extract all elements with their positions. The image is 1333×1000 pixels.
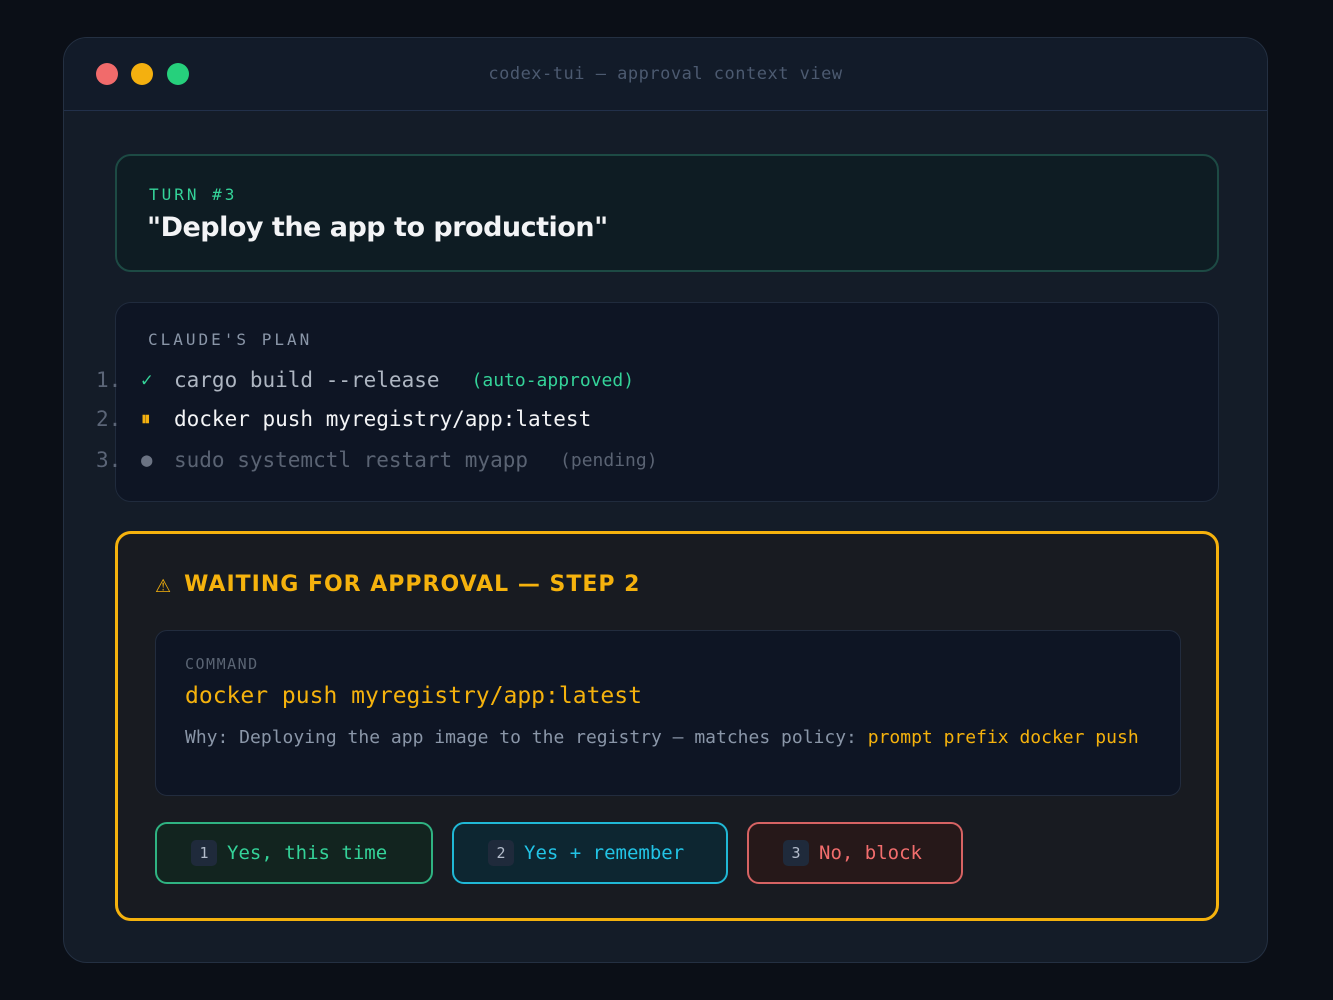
- command-text: docker push myregistry/app:latest: [185, 683, 642, 709]
- pause-icon: ⏸: [141, 408, 151, 430]
- title-bar: codex-tui — approval context view: [64, 38, 1267, 111]
- command-label: COMMAND: [185, 655, 259, 673]
- plan-step: 2. ⏸ docker push myregistry/app:latest: [96, 405, 591, 433]
- button-label: Yes, this time: [227, 842, 388, 864]
- approve-once-button[interactable]: 1 Yes, this time: [155, 822, 433, 884]
- plan-step: 1. ✓ cargo build --release (auto-approve…: [96, 366, 634, 394]
- step-number: 1.: [96, 368, 122, 392]
- button-label: Yes + remember: [524, 842, 685, 864]
- shortcut-key: 3: [783, 840, 809, 866]
- approval-heading-text: WAITING FOR APPROVAL — STEP 2: [184, 572, 641, 597]
- window-title: codex-tui — approval context view: [488, 64, 843, 84]
- plan-step: 3. ● sudo systemctl restart myapp (pendi…: [96, 446, 658, 474]
- turn-card: TURN #3 "Deploy the app to production": [115, 154, 1219, 272]
- reason-text: Why: Deploying the app image to the regi…: [185, 727, 868, 748]
- terminal-window: codex-tui — approval context view TURN #…: [63, 37, 1268, 963]
- step-status-note: (auto-approved): [471, 369, 635, 391]
- shortcut-key: 1: [191, 840, 217, 866]
- button-label: No, block: [819, 842, 922, 864]
- step-command: cargo build --release: [174, 368, 440, 392]
- step-command: docker push myregistry/app:latest: [174, 407, 592, 431]
- policy-match: prompt prefix docker push: [867, 727, 1139, 748]
- step-number: 2.: [96, 407, 122, 431]
- check-icon: ✓: [141, 369, 153, 391]
- command-reason: Why: Deploying the app image to the regi…: [185, 725, 1175, 750]
- user-prompt: "Deploy the app to production": [147, 212, 608, 243]
- block-button[interactable]: 3 No, block: [747, 822, 963, 884]
- approval-heading: ⚠ WAITING FOR APPROVAL — STEP 2: [155, 572, 640, 597]
- shortcut-key: 2: [488, 840, 514, 866]
- step-number: 3.: [96, 448, 122, 472]
- approve-remember-button[interactable]: 2 Yes + remember: [452, 822, 728, 884]
- approval-panel: ⚠ WAITING FOR APPROVAL — STEP 2 COMMAND …: [115, 531, 1219, 921]
- pending-dot-icon: ●: [141, 449, 153, 471]
- step-status-note: (pending): [560, 449, 658, 471]
- plan-label: CLAUDE'S PLAN: [148, 330, 313, 349]
- step-command: sudo systemctl restart myapp: [174, 448, 529, 472]
- turn-label: TURN #3: [149, 185, 238, 204]
- warning-icon: ⚠: [155, 576, 173, 597]
- command-box: COMMAND docker push myregistry/app:lates…: [155, 630, 1181, 796]
